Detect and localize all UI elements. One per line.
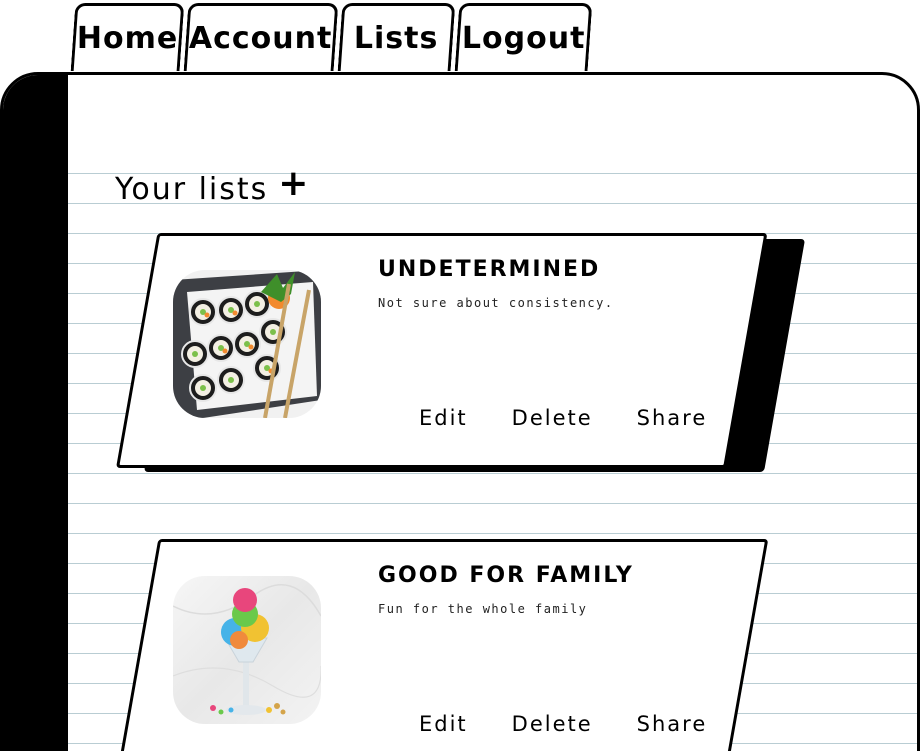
share-button[interactable]: Share <box>637 406 708 430</box>
sushi-rolls-image <box>173 270 321 418</box>
list-card: GOOD FOR FAMILY Fun for the whole family… <box>116 539 769 751</box>
notebook-spine <box>3 75 68 751</box>
tab-lists-label: Lists <box>354 21 439 56</box>
tab-account[interactable]: Account <box>183 3 339 71</box>
tab-home-label: Home <box>76 21 179 56</box>
edit-button[interactable]: Edit <box>419 712 468 736</box>
plus-icon[interactable]: + <box>278 166 308 202</box>
tab-logout[interactable]: Logout <box>454 3 593 71</box>
edit-button[interactable]: Edit <box>419 406 468 430</box>
card-actions: Edit Delete Share <box>419 406 707 430</box>
ice-cream-sundae-image <box>173 576 321 724</box>
app-page: Home Account Lists Logout Your lists + U… <box>0 0 920 751</box>
delete-button[interactable]: Delete <box>512 712 593 736</box>
card-actions: Edit Delete Share <box>419 712 707 736</box>
tab-account-label: Account <box>189 21 333 56</box>
lists-heading: Your lists + <box>115 166 308 208</box>
tab-home[interactable]: Home <box>70 3 185 71</box>
page-title: Your lists <box>115 172 269 207</box>
share-button[interactable]: Share <box>637 712 708 736</box>
tab-bar: Home Account Lists Logout <box>70 3 593 75</box>
tab-logout-label: Logout <box>461 21 586 56</box>
list-description: Fun for the whole family <box>378 602 588 616</box>
delete-button[interactable]: Delete <box>512 406 593 430</box>
list-description: Not sure about consistency. <box>378 296 614 310</box>
list-title: GOOD FOR FAMILY <box>378 563 634 588</box>
list-title: UNDETERMINED <box>378 257 601 282</box>
tab-lists[interactable]: Lists <box>337 3 456 71</box>
list-card: UNDETERMINED Not sure about consistency.… <box>116 233 806 472</box>
